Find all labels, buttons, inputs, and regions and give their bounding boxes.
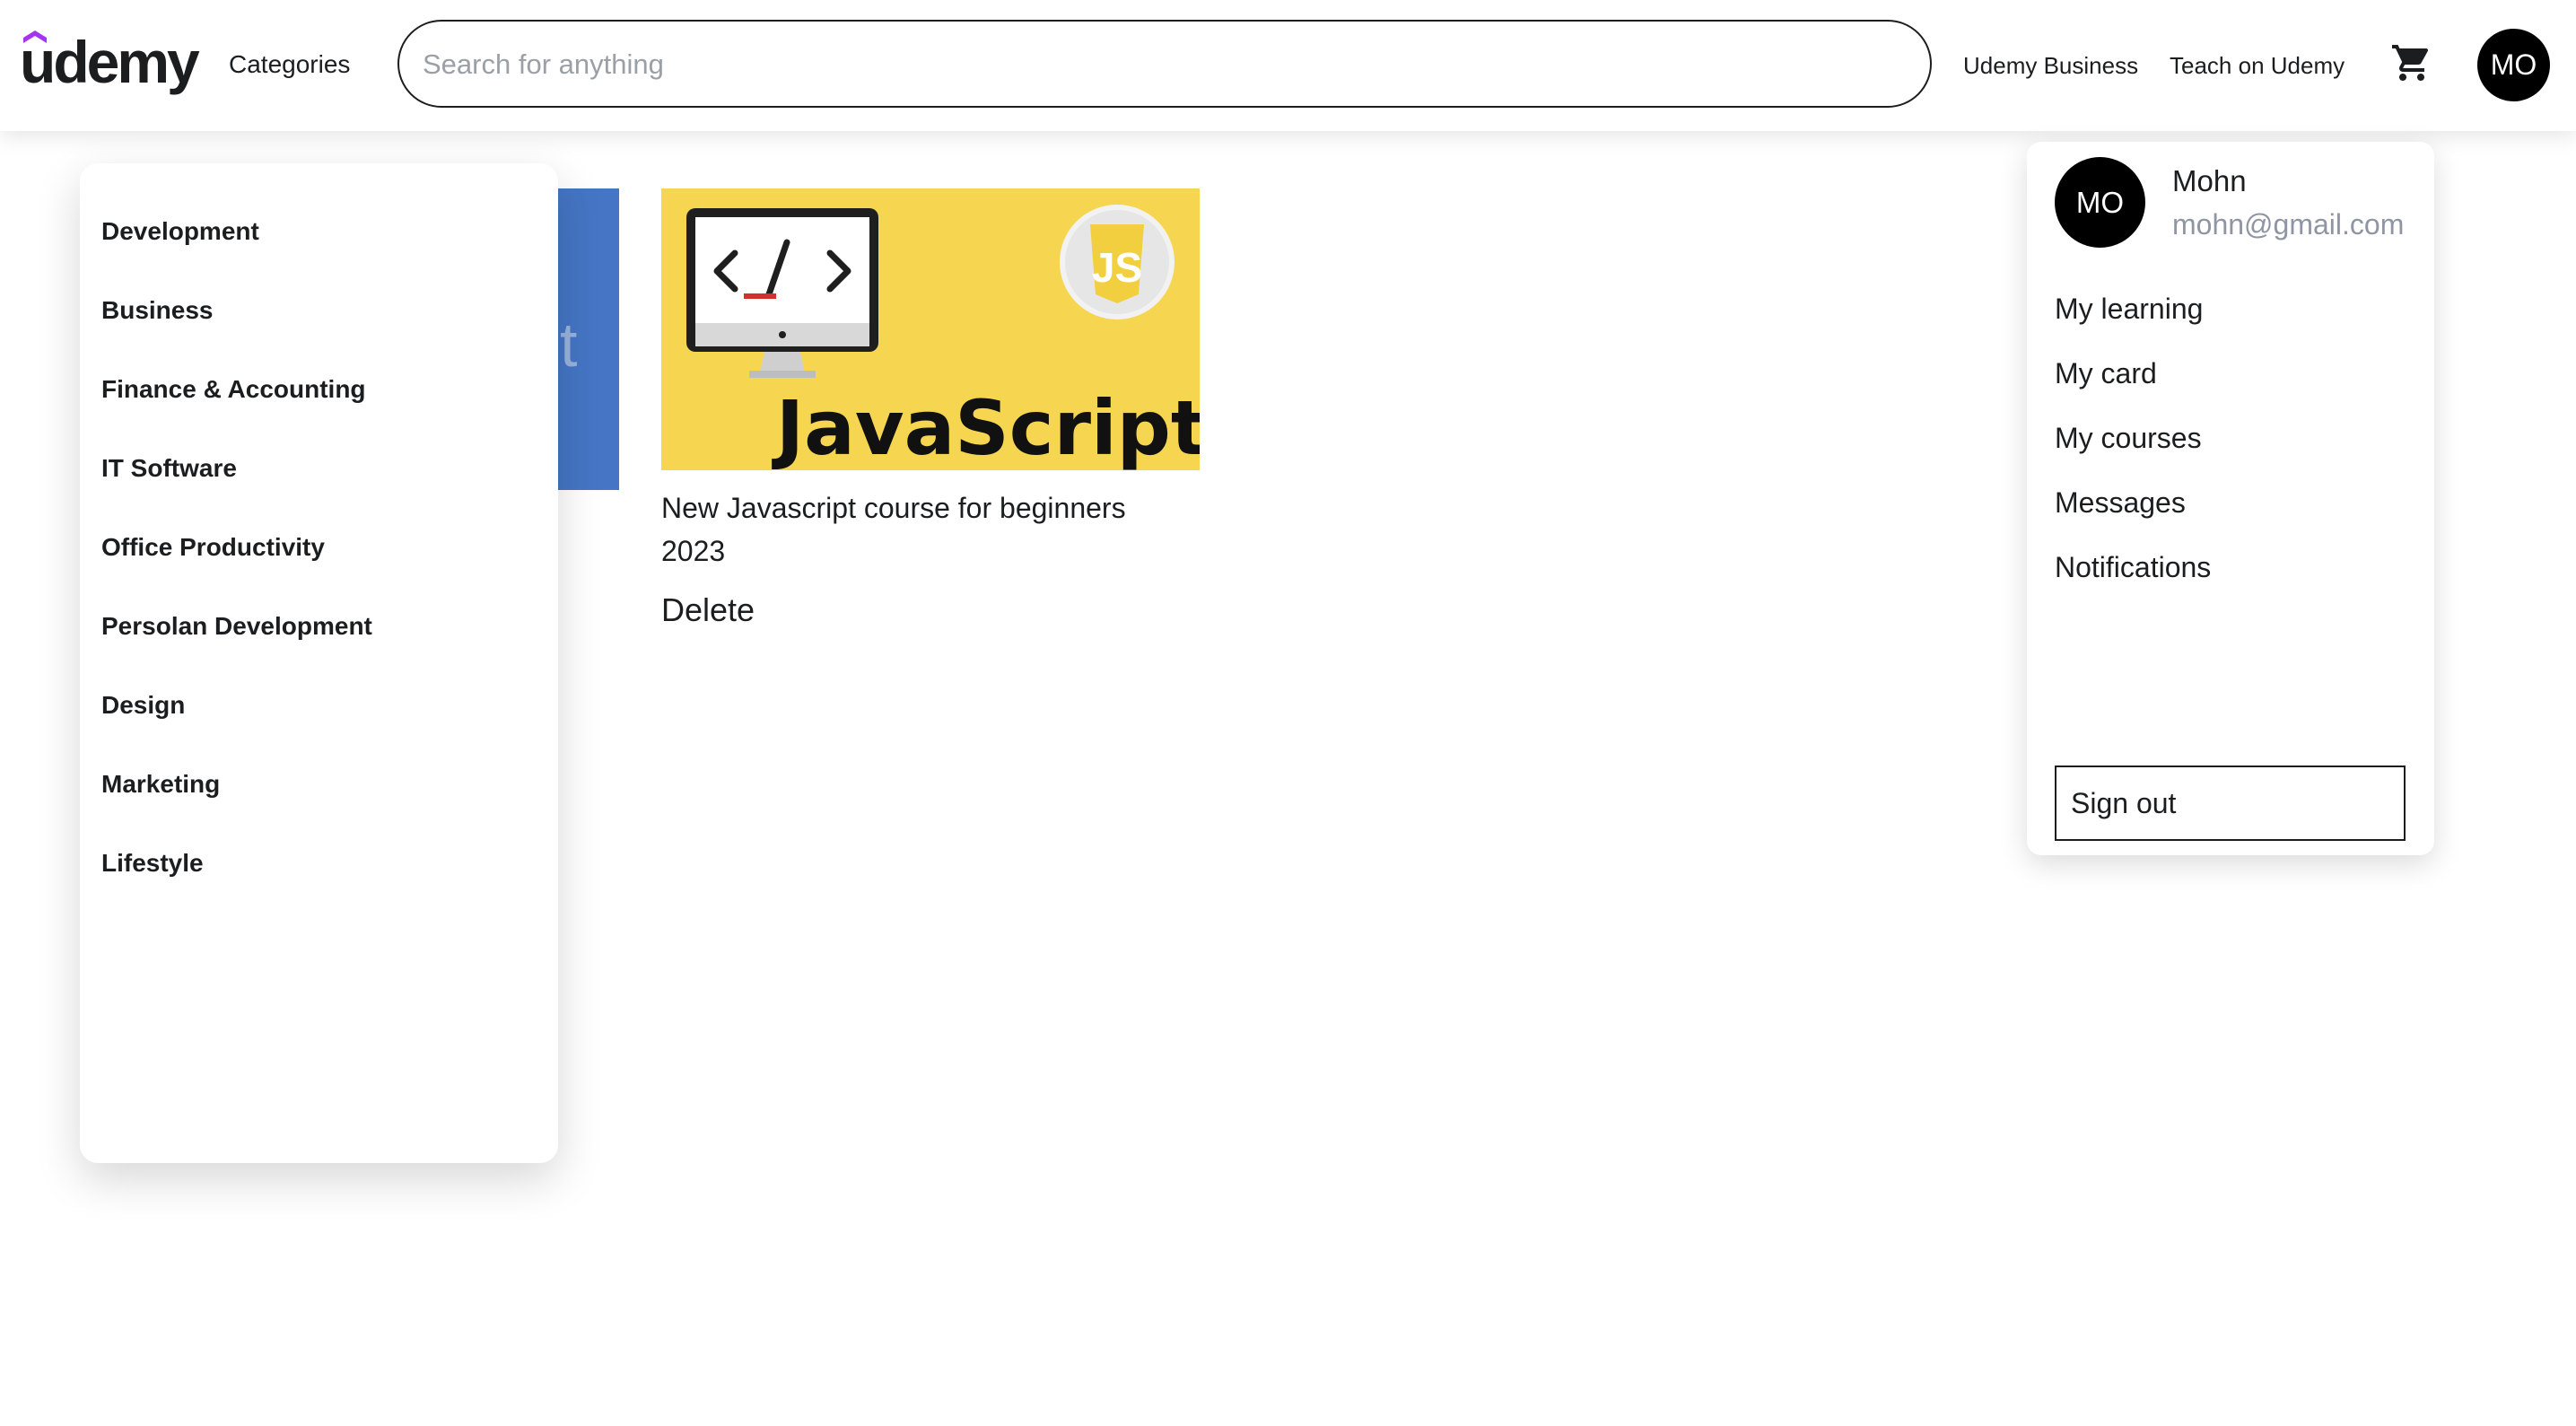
- user-avatar-button[interactable]: MO: [2477, 29, 2550, 101]
- search-input[interactable]: [421, 22, 1896, 108]
- category-item-design[interactable]: Design: [101, 689, 372, 768]
- user-email: mohn@gmail.com: [2172, 208, 2405, 241]
- category-item-business[interactable]: Business: [101, 294, 372, 373]
- categories-menu-button[interactable]: Categories: [229, 48, 350, 81]
- course-card: JS JavaScript New Javascript course for …: [661, 188, 1200, 630]
- category-item-personal-development[interactable]: Persolan Development: [101, 610, 372, 689]
- logo-text: udemy: [20, 29, 200, 95]
- category-item-lifestyle[interactable]: Lifestyle: [101, 847, 372, 926]
- delete-course-button[interactable]: Delete: [661, 591, 755, 630]
- javascript-thumbnail-art: JS JavaScript: [686, 205, 1200, 470]
- menu-item-my-card[interactable]: My card: [2055, 355, 2211, 420]
- menu-item-my-courses[interactable]: My courses: [2055, 420, 2211, 485]
- menu-item-messages[interactable]: Messages: [2055, 485, 2211, 549]
- category-item-finance-accounting[interactable]: Finance & Accounting: [101, 373, 372, 452]
- search-bar[interactable]: [397, 20, 1932, 108]
- js-badge-text: JS: [1092, 244, 1142, 291]
- category-item-office-productivity[interactable]: Office Productivity: [101, 531, 372, 610]
- udemy-business-link[interactable]: Udemy Business: [1963, 50, 2138, 81]
- top-navbar: udemy Categories Udemy Business Teach on…: [0, 0, 2576, 131]
- user-menu-list: My learning My card My courses Messages …: [2055, 291, 2211, 614]
- menu-item-my-learning[interactable]: My learning: [2055, 291, 2211, 355]
- menu-item-notifications[interactable]: Notifications: [2055, 549, 2211, 614]
- categories-dropdown: Development Business Finance & Accountin…: [80, 163, 558, 1163]
- thumbnail-title: JavaScript: [772, 384, 1200, 470]
- course-title[interactable]: New Javascript course for beginners 2023: [661, 486, 1164, 573]
- course-thumbnail[interactable]: JS JavaScript: [661, 188, 1200, 470]
- user-name: Mohn: [2172, 164, 2247, 197]
- category-item-it-software[interactable]: IT Software: [101, 452, 372, 531]
- sign-out-button[interactable]: Sign out: [2055, 765, 2406, 841]
- category-item-development[interactable]: Development: [101, 215, 372, 294]
- udemy-logo[interactable]: udemy: [20, 29, 200, 101]
- category-list: Development Business Finance & Accountin…: [101, 215, 372, 926]
- partial-thumbnail-glyph: t: [560, 310, 578, 380]
- teach-on-udemy-link[interactable]: Teach on Udemy: [2170, 50, 2345, 81]
- shopping-cart-icon[interactable]: [2390, 41, 2433, 84]
- user-avatar: MO: [2055, 157, 2145, 248]
- user-dropdown: MO Mohn mohn@gmail.com My learning My ca…: [2027, 142, 2434, 855]
- category-item-marketing[interactable]: Marketing: [101, 768, 372, 847]
